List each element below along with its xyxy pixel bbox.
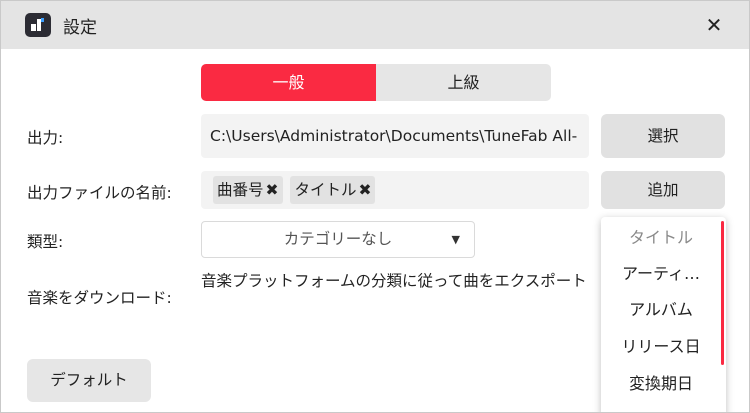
remove-tag-icon[interactable]: ✖ [266,181,279,199]
category-value: カテゴリーなし [283,230,393,248]
dropdown-item-artist[interactable]: アーティ… [601,255,721,292]
music-note-icon [31,18,44,31]
category-select[interactable]: カテゴリーなし ▼ [201,221,475,258]
dropdown-item-album[interactable]: アルバム [601,291,721,328]
settings-dialog: 設定 ✕ 一般 上級 出力: C:\Users\Administrator\Do… [0,0,750,413]
tag-title: タイトル ✖ [290,176,376,204]
add-tag-button[interactable]: 追加 [601,171,725,209]
remove-tag-icon[interactable]: ✖ [358,181,371,199]
title-bar: 設定 ✕ [1,1,749,49]
tag-label: 曲番号 [217,181,264,199]
dropdown-item-release-date[interactable]: リリース日 [601,328,721,365]
app-logo-icon [25,13,51,37]
close-button[interactable]: ✕ [701,12,727,38]
chevron-down-icon: ▼ [451,233,460,246]
filename-tags-field[interactable]: 曲番号 ✖ タイトル ✖ [201,171,589,209]
category-label: 類型: [27,233,64,251]
dropdown-scrollbar[interactable] [721,221,724,365]
output-label: 出力: [27,129,64,147]
select-folder-button[interactable]: 選択 [601,114,725,158]
download-description: 音楽プラットフォームの分類に従って曲をエクスポート [201,272,587,290]
window-title: 設定 [63,18,97,38]
dropdown-item-title[interactable]: タイトル [601,219,721,256]
download-label: 音楽をダウンロード: [27,289,172,307]
tag-track-number: 曲番号 ✖ [213,176,283,204]
tab-advanced[interactable]: 上級 [376,64,551,101]
tab-general[interactable]: 一般 [201,64,376,101]
filename-label: 出力ファイルの名前: [27,184,172,202]
dropdown-item-conversion-date[interactable]: 変換期日 [601,365,721,402]
default-button[interactable]: デフォルト [27,359,151,402]
tag-label: タイトル [294,181,357,199]
tag-dropdown-menu: タイトル アーティ… アルバム リリース日 変換期日 [601,217,726,412]
output-path-field[interactable]: C:\Users\Administrator\Documents\TuneFab… [201,114,589,158]
